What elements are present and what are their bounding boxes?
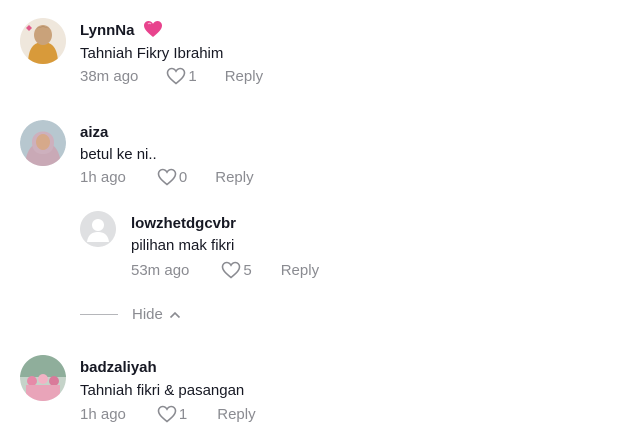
comment-time: 1h ago <box>80 405 126 423</box>
comment-time: 38m ago <box>80 67 139 85</box>
like-button[interactable]: 5 <box>221 261 252 279</box>
reply-meta: 53m ago 5 Reply <box>131 261 319 279</box>
comment-meta: 38m ago 1 Reply <box>80 67 263 85</box>
comment-text: betul ke ni.. <box>80 146 157 163</box>
heart-outline-icon <box>157 405 177 423</box>
like-count: 5 <box>243 261 252 279</box>
avatar-image-icon <box>20 355 66 401</box>
hide-replies-button[interactable]: Hide <box>132 306 181 323</box>
avatar[interactable] <box>80 211 116 247</box>
heart-outline-icon <box>167 67 186 85</box>
pink-heart-emoji-icon <box>143 20 163 42</box>
like-count: 0 <box>178 168 188 186</box>
comment-meta: 1h ago 1 Reply <box>80 405 256 423</box>
comment-username[interactable]: LynnNa <box>80 20 163 42</box>
comment-text: Tahniah fikri & pasangan <box>80 382 245 399</box>
reply-button[interactable]: Reply <box>225 68 263 85</box>
comment-time: 1h ago <box>80 168 126 186</box>
comment-username[interactable]: aiza <box>80 124 108 141</box>
reply-button[interactable]: Reply <box>281 262 319 279</box>
avatar-image-icon <box>20 120 66 166</box>
reply-username[interactable]: lowzhetdgcvbr <box>131 215 236 232</box>
comment-meta: 1h ago 0 Reply <box>80 168 254 186</box>
comment-text: Tahniah Fikry Ibrahim <box>80 45 224 62</box>
reply-text: pilihan mak fikri <box>131 237 235 254</box>
reply-time: 53m ago <box>131 261 190 279</box>
divider-line <box>80 314 118 315</box>
reply-button[interactable]: Reply <box>217 406 255 423</box>
like-button[interactable]: 1 <box>157 405 187 423</box>
avatar[interactable] <box>20 355 66 401</box>
like-button[interactable]: 1 <box>166 67 197 85</box>
hide-replies-row: Hide <box>80 306 181 323</box>
like-count: 1 <box>178 405 188 423</box>
heart-outline-icon <box>157 168 177 186</box>
like-button[interactable]: 0 <box>157 168 187 186</box>
avatar[interactable] <box>20 18 66 64</box>
chevron-up-icon <box>169 306 181 323</box>
comment-username[interactable]: badzaliyah <box>80 359 157 376</box>
default-avatar-icon <box>80 211 116 247</box>
hide-label: Hide <box>132 306 163 323</box>
avatar[interactable] <box>20 120 66 166</box>
like-count: 1 <box>188 67 197 85</box>
heart-outline-icon <box>222 261 241 279</box>
avatar-image-icon <box>20 18 66 64</box>
reply-button[interactable]: Reply <box>215 169 253 186</box>
